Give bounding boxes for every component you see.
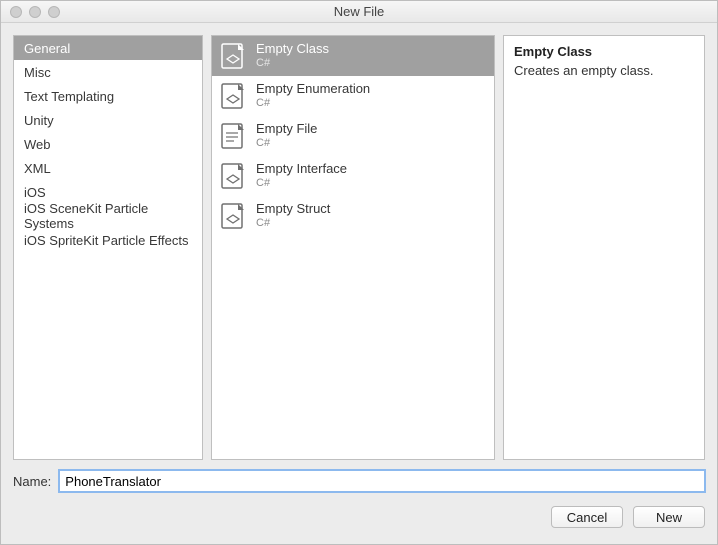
template-empty-file[interactable]: Empty File C# [212,116,494,156]
category-web[interactable]: Web [14,132,202,156]
template-name: Empty Enumeration [256,82,370,97]
new-button[interactable]: New [633,506,705,528]
detail-description: Creates an empty class. [514,63,694,78]
titlebar: New File [1,1,717,23]
template-empty-struct[interactable]: Empty Struct C# [212,196,494,236]
category-unity[interactable]: Unity [14,108,202,132]
category-text-templating[interactable]: Text Templating [14,84,202,108]
content-panes: General Misc Text Templating Unity Web X… [1,23,717,466]
template-name: Empty File [256,122,317,137]
template-language: C# [256,217,330,230]
file-icon [220,123,246,149]
csharp-struct-icon [220,203,246,229]
category-ios-scenekit[interactable]: iOS SceneKit Particle Systems [14,204,202,228]
template-details: Empty Class Creates an empty class. [503,35,705,460]
name-row: Name: [1,466,717,500]
template-empty-enumeration[interactable]: Empty Enumeration C# [212,76,494,116]
category-xml[interactable]: XML [14,156,202,180]
detail-title: Empty Class [514,44,694,59]
name-input[interactable] [59,470,705,492]
csharp-class-icon [220,43,246,69]
close-window-icon[interactable] [10,6,22,18]
zoom-window-icon[interactable] [48,6,60,18]
template-name: Empty Interface [256,162,347,177]
template-language: C# [256,177,347,190]
cancel-button[interactable]: Cancel [551,506,623,528]
csharp-interface-icon [220,163,246,189]
category-ios-spritekit[interactable]: iOS SpriteKit Particle Effects [14,228,202,252]
minimize-window-icon[interactable] [29,6,41,18]
template-list[interactable]: Empty Class C# Empty Enumeration C# [211,35,495,460]
template-language: C# [256,137,317,150]
new-file-dialog: New File General Misc Text Templating Un… [0,0,718,545]
category-list[interactable]: General Misc Text Templating Unity Web X… [13,35,203,460]
category-misc[interactable]: Misc [14,60,202,84]
button-row: Cancel New [1,500,717,544]
window-title: New File [1,4,717,19]
template-language: C# [256,57,329,70]
template-empty-interface[interactable]: Empty Interface C# [212,156,494,196]
csharp-enum-icon [220,83,246,109]
template-language: C# [256,97,370,110]
template-empty-class[interactable]: Empty Class C# [212,36,494,76]
category-general[interactable]: General [14,36,202,60]
name-label: Name: [13,474,51,489]
template-name: Empty Class [256,42,329,57]
template-name: Empty Struct [256,202,330,217]
